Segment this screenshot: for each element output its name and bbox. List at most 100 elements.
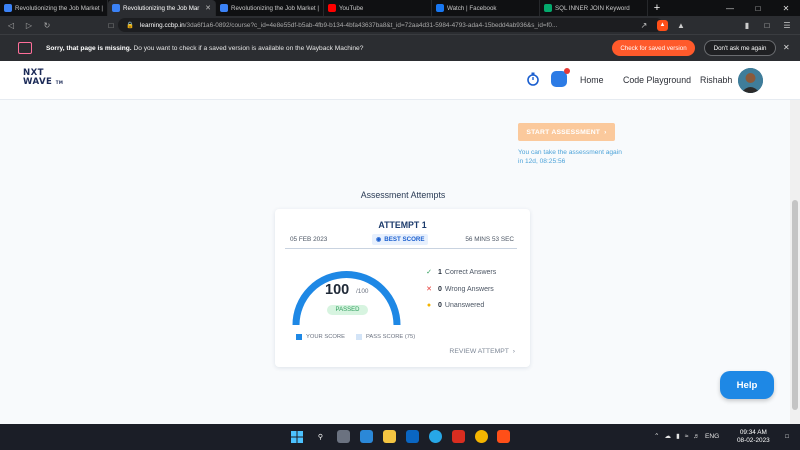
best-score-badge: ◉ BEST SCORE: [372, 234, 429, 245]
browser-tab[interactable]: Revolutionizing the Job Mar ✕: [108, 0, 216, 16]
windows-start-icon[interactable]: [290, 430, 303, 443]
legend-pass-score: PASS SCORE (75): [356, 334, 415, 340]
wayback-body: Do you want to check if a saved version …: [133, 44, 364, 52]
back-icon[interactable]: ◁: [4, 18, 18, 32]
tab-title: Revolutionizing the Job Market |: [231, 4, 319, 12]
dont-ask-button[interactable]: Don't ask me again: [704, 40, 776, 56]
onedrive-icon[interactable]: ☁: [665, 432, 672, 440]
review-attempt-link[interactable]: REVIEW ATTEMPT ›: [449, 348, 515, 355]
url-host: learning.ccbp.in: [139, 21, 185, 29]
check-icon: ✓: [426, 269, 432, 276]
maximize-icon[interactable]: □: [744, 0, 772, 16]
close-window-icon[interactable]: ✕: [772, 0, 800, 16]
user-name[interactable]: Rishabh: [700, 75, 732, 85]
help-button[interactable]: Help: [720, 371, 774, 399]
status-badge: PASSED: [327, 305, 368, 315]
tab-favicon-icon: [220, 4, 228, 12]
volume-icon[interactable]: ♬: [693, 433, 700, 440]
battery-icon[interactable]: ▮: [676, 432, 680, 440]
legend-your-label: YOUR SCORE: [306, 334, 345, 340]
tab-favicon-icon: [112, 4, 120, 12]
browser-tab[interactable]: Revolutionizing the Job Market |: [216, 0, 324, 16]
attempt-label: ATTEMPT 1: [378, 220, 427, 230]
chevron-right-icon: ›: [604, 128, 607, 136]
clock[interactable]: 09:34 AM 08-02-2023: [737, 429, 770, 445]
taskbar: ⚲ ⌃ ☁ ▮ ≈ ♬ ENG 09:34 AM 08-02-2023 □: [0, 424, 800, 450]
tab-title: Revolutionizing the Job Mar: [123, 4, 200, 12]
wrong-answers-row: ✕ 0 Wrong Answers: [424, 285, 494, 294]
share-icon[interactable]: ↗: [637, 18, 651, 32]
new-tab-button[interactable]: +: [648, 0, 666, 16]
attempt-duration: 56 MINS 53 SEC: [465, 236, 514, 243]
browser-tab-strip: Revolutionizing the Job Market | Revoluti…: [0, 0, 800, 16]
nxtwave-logo[interactable]: NXT WAVE TM: [23, 69, 63, 87]
task-view-icon[interactable]: [337, 430, 350, 443]
wps-icon[interactable]: [452, 430, 465, 443]
brave-rewards-icon[interactable]: ▲: [674, 18, 688, 32]
main-content: START ASSESSMENT › You can take the asse…: [0, 100, 790, 424]
sidebar-icon[interactable]: ▮: [740, 18, 754, 32]
stopwatch-icon[interactable]: [527, 72, 539, 86]
clock-time: 09:34 AM: [739, 429, 767, 436]
nav-code-playground[interactable]: Code Playground: [623, 75, 691, 85]
wifi-icon[interactable]: ≈: [685, 433, 689, 440]
chevron-up-icon[interactable]: ⌃: [654, 432, 660, 440]
url-path: /3da6f1a6-0892/course?c_id=4e8e55df-b5ab…: [184, 21, 558, 29]
tab-title: Watch | Facebook: [447, 4, 497, 12]
outlook-icon[interactable]: [406, 430, 419, 443]
scrollbar[interactable]: [790, 100, 800, 424]
start-assessment-button[interactable]: START ASSESSMENT ›: [518, 123, 615, 141]
legend-your-score: YOUR SCORE: [296, 334, 345, 340]
reload-icon[interactable]: ↻: [40, 18, 54, 32]
browser-tab[interactable]: SQL INNER JOIN Keyword: [540, 0, 648, 16]
address-bar-row: ◁ ▷ ↻ □ 🔒 learning.ccbp.in /3da6f1a6-089…: [0, 16, 800, 34]
dot-icon: ●: [426, 302, 432, 309]
divider: [285, 248, 517, 249]
toolbar-right: ↗ ▲ ▲ ▮ □ ☰: [637, 18, 794, 32]
system-tray: ⌃ ☁ ▮ ≈ ♬ ENG: [654, 432, 719, 441]
tab-close-icon[interactable]: ✕: [205, 4, 211, 12]
bookmark-icon[interactable]: □: [104, 18, 118, 32]
close-icon[interactable]: ✕: [783, 43, 790, 52]
avatar[interactable]: [738, 68, 763, 93]
wrong-count: 0: [438, 285, 442, 293]
wayback-title: Sorry, that page is missing.: [46, 44, 132, 52]
tab-favicon-icon: [4, 4, 12, 12]
start-assessment-label: START ASSESSMENT: [526, 128, 601, 136]
browser-tab[interactable]: Revolutionizing the Job Market |: [0, 0, 108, 16]
file-explorer-icon[interactable]: [383, 430, 396, 443]
brave-browser-icon[interactable]: [497, 430, 510, 443]
notification-icon[interactable]: □: [782, 432, 792, 442]
check-saved-version-button[interactable]: Check for saved version: [612, 40, 695, 56]
search-icon[interactable]: ⚲: [314, 430, 327, 443]
url-input[interactable]: 🔒 learning.ccbp.in /3da6f1a6-0892/course…: [118, 18, 663, 32]
wallet-icon[interactable]: □: [760, 18, 774, 32]
notification-dot: [564, 68, 570, 74]
minimize-icon[interactable]: —: [716, 0, 744, 16]
brave-shield-icon[interactable]: ▲: [657, 19, 668, 31]
correct-label: Correct Answers: [444, 268, 497, 276]
site-header: NXT WAVE TM Home Code Playground Rishabh: [0, 61, 800, 100]
browser-tab[interactable]: YouTube: [324, 0, 432, 16]
language-indicator[interactable]: ENG: [705, 433, 719, 440]
forward-icon[interactable]: ▷: [22, 18, 36, 32]
browser-tab[interactable]: Watch | Facebook: [432, 0, 540, 16]
chevron-right-icon: ›: [512, 348, 515, 355]
logo-line-2: WAVE: [23, 77, 53, 87]
chrome-icon[interactable]: [475, 430, 488, 443]
correct-count: 1: [438, 268, 442, 276]
wayback-message: Sorry, that page is missing. Do you want…: [46, 45, 363, 52]
telegram-icon[interactable]: [429, 430, 442, 443]
scrollbar-thumb[interactable]: [792, 200, 798, 410]
menu-icon[interactable]: ☰: [780, 18, 794, 32]
attempts-title: Assessment Attempts: [360, 190, 446, 200]
window-controls: — □ ✕: [716, 0, 800, 16]
widgets-icon[interactable]: [360, 430, 373, 443]
legend-swatch-pass: [356, 334, 362, 340]
retake-note: You can take the assessment again in 12d…: [518, 149, 622, 165]
chat-icon[interactable]: [551, 68, 570, 87]
legend-pass-label: PASS SCORE (75): [366, 334, 416, 340]
tab-title: SQL INNER JOIN Keyword: [555, 4, 630, 12]
logo-tm: TM: [55, 80, 64, 85]
nav-home[interactable]: Home: [580, 75, 603, 85]
